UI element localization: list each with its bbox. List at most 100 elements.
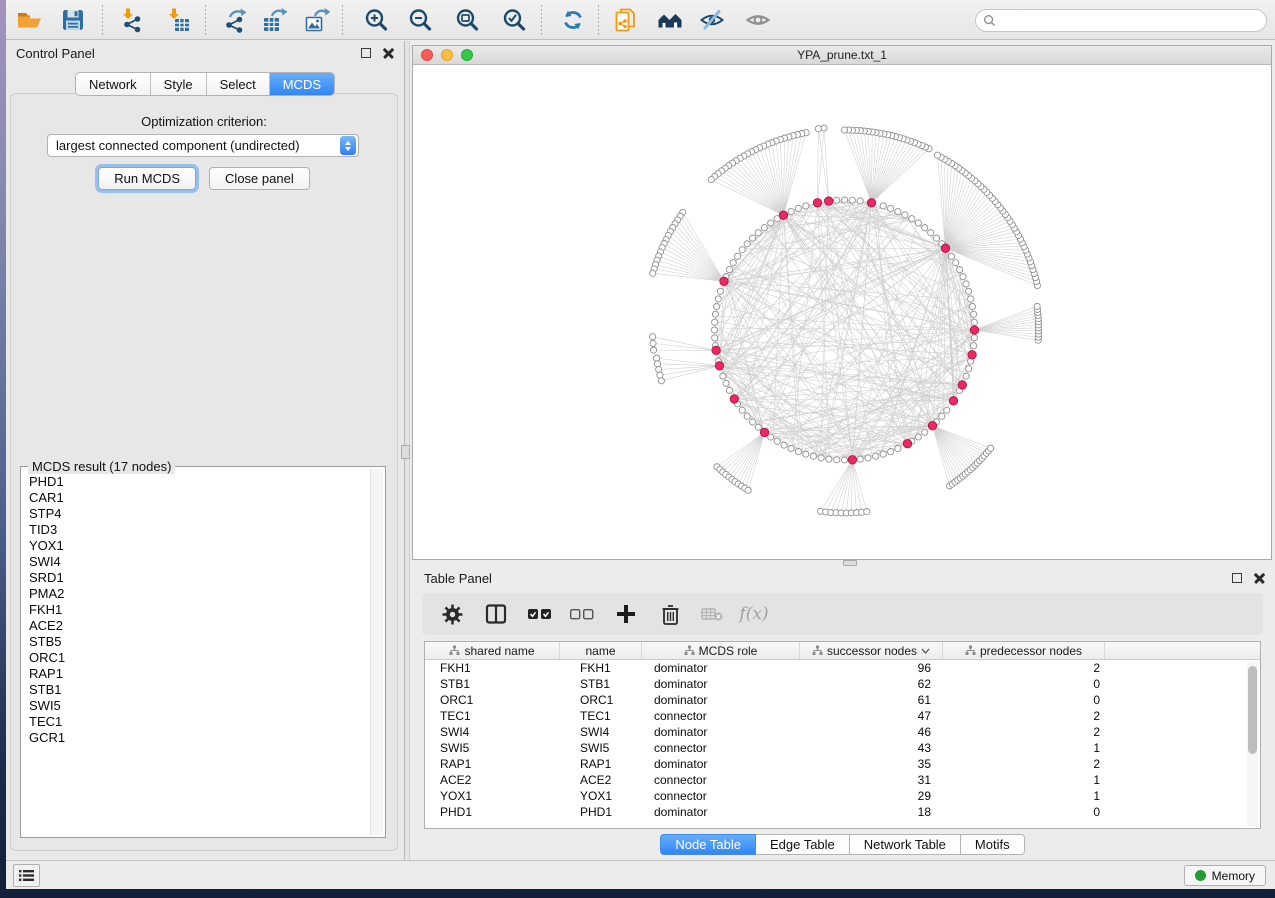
- graph-node[interactable]: [948, 253, 954, 259]
- tab-network-table[interactable]: Network Table: [850, 834, 961, 855]
- cell-predecessor-nodes[interactable]: 2: [943, 756, 1105, 772]
- graph-leaf-node[interactable]: [658, 378, 664, 384]
- table-row-yox1[interactable]: YOX1YOX1connector291: [425, 788, 1260, 804]
- graph-node[interactable]: [730, 260, 736, 266]
- mcds-result-item[interactable]: YOX1: [29, 538, 363, 554]
- table-row-fkh1[interactable]: FKH1FKH1dominator962: [425, 660, 1260, 676]
- graph-mcds-hub-node[interactable]: [928, 422, 936, 430]
- graph-node[interactable]: [744, 241, 750, 247]
- tab-network[interactable]: Network: [76, 73, 151, 95]
- unselect-all-button[interactable]: [564, 596, 600, 632]
- graph-node[interactable]: [895, 208, 901, 214]
- cell-name[interactable]: SWI5: [560, 740, 642, 756]
- cell-shared-name[interactable]: FKH1: [425, 660, 560, 676]
- graph-node[interactable]: [915, 220, 921, 226]
- zoom-selected-button[interactable]: [497, 4, 531, 36]
- export-table-button[interactable]: [258, 4, 292, 36]
- graph-node[interactable]: [966, 366, 972, 372]
- mcds-result-item[interactable]: SRD1: [29, 570, 363, 586]
- cell-shared-name[interactable]: ACE2: [425, 772, 560, 788]
- graph-node[interactable]: [768, 434, 774, 440]
- graph-leaf-node[interactable]: [650, 270, 656, 276]
- graph-node[interactable]: [803, 451, 809, 457]
- column-header-predecessor-nodes[interactable]: predecessor nodes: [943, 642, 1105, 659]
- graph-node[interactable]: [963, 373, 969, 379]
- graph-node[interactable]: [963, 281, 969, 287]
- save-session-button[interactable]: [56, 4, 90, 36]
- graph-node[interactable]: [795, 449, 801, 455]
- graph-node[interactable]: [712, 319, 718, 325]
- graph-node[interactable]: [734, 253, 740, 259]
- close-panel-icon[interactable]: [1254, 573, 1265, 584]
- table-row-rap1[interactable]: RAP1RAP1dominator352: [425, 756, 1260, 772]
- graph-node[interactable]: [739, 407, 745, 413]
- graph-node[interactable]: [953, 260, 959, 266]
- graph-node[interactable]: [895, 445, 901, 451]
- graph-node[interactable]: [939, 413, 945, 419]
- zoom-fit-button[interactable]: [450, 4, 484, 36]
- export-network-button[interactable]: [218, 4, 252, 36]
- graph-node[interactable]: [781, 442, 787, 448]
- graph-node[interactable]: [744, 413, 750, 419]
- graph-node[interactable]: [880, 451, 886, 457]
- graph-mcds-hub-node[interactable]: [949, 397, 957, 405]
- cell-successor-nodes[interactable]: 46: [800, 724, 943, 740]
- graph-node[interactable]: [971, 319, 977, 325]
- column-header-shared-name[interactable]: shared name: [425, 642, 560, 659]
- cell-mcds-role[interactable]: dominator: [642, 756, 800, 772]
- graph-node[interactable]: [902, 212, 908, 218]
- cell-predecessor-nodes[interactable]: 1: [943, 788, 1105, 804]
- graph-node[interactable]: [712, 311, 718, 317]
- float-panel-icon[interactable]: [361, 48, 371, 58]
- graph-node[interactable]: [933, 235, 939, 241]
- cell-shared-name[interactable]: ORC1: [425, 692, 560, 708]
- graph-node[interactable]: [928, 230, 934, 236]
- cell-shared-name[interactable]: YOX1: [425, 788, 560, 804]
- refresh-view-button[interactable]: [556, 4, 590, 36]
- graph-node[interactable]: [849, 197, 855, 203]
- cell-mcds-role[interactable]: dominator: [642, 676, 800, 692]
- graph-node[interactable]: [969, 304, 975, 310]
- graph-node[interactable]: [768, 220, 774, 226]
- mcds-result-item[interactable]: TEC1: [29, 714, 363, 730]
- graph-mcds-hub-node[interactable]: [941, 244, 949, 252]
- task-history-button[interactable]: [13, 864, 40, 887]
- import-table-button[interactable]: [161, 4, 195, 36]
- table-row-swi4[interactable]: SWI4SWI4dominator462: [425, 724, 1260, 740]
- graph-node[interactable]: [915, 434, 921, 440]
- graph-leaf-node[interactable]: [988, 445, 994, 451]
- cell-name[interactable]: ACE2: [560, 772, 642, 788]
- cell-mcds-role[interactable]: connector: [642, 740, 800, 756]
- optimization-criterion-select[interactable]: largest connected component (undirected): [47, 134, 359, 157]
- graph-node[interactable]: [960, 274, 966, 280]
- graph-leaf-node[interactable]: [651, 347, 657, 353]
- graph-node[interactable]: [726, 267, 732, 273]
- graph-mcds-hub-node[interactable]: [779, 211, 787, 219]
- cell-successor-nodes[interactable]: 18: [800, 804, 943, 820]
- graph-leaf-node[interactable]: [654, 355, 660, 361]
- cell-predecessor-nodes[interactable]: 1: [943, 740, 1105, 756]
- delete-column-button[interactable]: [652, 596, 688, 632]
- graph-node[interactable]: [803, 203, 809, 209]
- graph-mcds-hub-node[interactable]: [958, 381, 966, 389]
- mcds-result-item[interactable]: FKH1: [29, 602, 363, 618]
- graph-mcds-hub-node[interactable]: [848, 456, 856, 464]
- graph-node[interactable]: [711, 327, 717, 333]
- mcds-result-scrollbar[interactable]: [370, 469, 383, 835]
- graph-node[interactable]: [966, 288, 972, 294]
- graph-node[interactable]: [723, 380, 729, 386]
- cell-predecessor-nodes[interactable]: 2: [943, 724, 1105, 740]
- cell-mcds-role[interactable]: dominator: [642, 724, 800, 740]
- graph-node[interactable]: [714, 304, 720, 310]
- mcds-result-item[interactable]: STB1: [29, 682, 363, 698]
- cell-mcds-role[interactable]: dominator: [642, 804, 800, 820]
- cell-shared-name[interactable]: TEC1: [425, 708, 560, 724]
- function-builder-button[interactable]: f(x): [736, 596, 772, 632]
- graph-node[interactable]: [841, 457, 847, 463]
- table-row-phd1[interactable]: PHD1PHD1dominator180: [425, 804, 1260, 820]
- tab-select[interactable]: Select: [207, 73, 270, 95]
- delete-table-button[interactable]: [694, 596, 730, 632]
- graph-mcds-hub-node[interactable]: [730, 395, 738, 403]
- mcds-result-item[interactable]: STP4: [29, 506, 363, 522]
- graph-node[interactable]: [888, 205, 894, 211]
